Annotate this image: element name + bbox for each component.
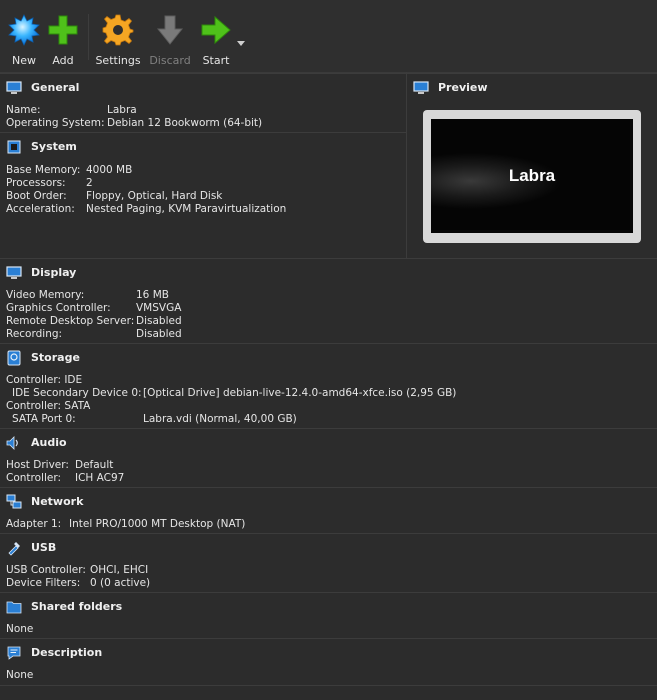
- storage-key: Controller: SATA: [6, 400, 91, 412]
- general-key: Name:: [6, 104, 41, 116]
- usb-icon: [8, 542, 20, 556]
- usb-title: USB: [31, 541, 57, 554]
- chevron-down-icon: [237, 41, 245, 46]
- general-value: Debian 12 Bookworm (64-bit): [107, 117, 263, 129]
- audio-section: Audio Host Driver: Default Controller: ICH…: [0, 428, 657, 488]
- system-value: Floppy, Optical, Hard Disk: [86, 190, 223, 202]
- preview-screen: Labra: [431, 119, 633, 233]
- folder-icon: [6, 601, 22, 614]
- start-button-label: Start: [202, 54, 230, 67]
- display-key: Recording:: [6, 328, 63, 340]
- preview-title: Preview: [438, 81, 488, 94]
- toolbar: New Add Settings Discard Start: [0, 0, 657, 73]
- monitor-icon: [413, 81, 429, 94]
- plus-icon: [48, 15, 78, 45]
- system-key: Boot Order:: [6, 190, 67, 202]
- description-title: Description: [31, 646, 103, 659]
- preview-thumbnail: Labra: [423, 110, 641, 243]
- general-key: Operating System:: [6, 117, 105, 129]
- discard-button[interactable]: Discard: [146, 14, 194, 67]
- usb-key: Device Filters:: [6, 577, 81, 589]
- network-icon: [6, 494, 22, 509]
- general-title: General: [31, 81, 80, 94]
- display-value: Disabled: [136, 315, 182, 327]
- start-button[interactable]: Start: [192, 14, 240, 67]
- display-monitor-icon: [6, 266, 22, 279]
- audio-key: Controller:: [6, 472, 62, 484]
- display-value: VMSVGA: [136, 302, 182, 314]
- speech-bubble-icon: [7, 646, 21, 660]
- storage-title: Storage: [31, 351, 80, 364]
- display-value: Disabled: [136, 328, 182, 340]
- audio-value: ICH AC97: [75, 472, 125, 484]
- usb-key: USB Controller:: [6, 564, 86, 576]
- system-section: System Base Memory: 4000 MB Processors: 2 …: [0, 132, 406, 259]
- display-key: Graphics Controller:: [6, 302, 111, 314]
- shared-folders-value: None: [6, 623, 34, 635]
- usb-value: 0 (0 active): [90, 577, 151, 589]
- discard-arrow-down-icon: [156, 15, 184, 45]
- storage-key: Controller: IDE: [6, 374, 83, 386]
- system-value: 4000 MB: [86, 164, 133, 176]
- usb-value: OHCI, EHCI: [90, 564, 149, 576]
- settings-button[interactable]: Settings: [94, 14, 142, 67]
- audio-value: Default: [75, 459, 114, 471]
- add-button[interactable]: Add: [39, 14, 87, 67]
- audio-title: Audio: [31, 436, 67, 449]
- network-title: Network: [31, 495, 84, 508]
- storage-key: SATA Port 0:: [12, 413, 76, 425]
- start-dropdown-button[interactable]: [237, 38, 245, 50]
- display-section: Display Video Memory: 16 MB Graphics Cont…: [0, 258, 657, 344]
- settings-button-label: Settings: [95, 54, 141, 67]
- system-key: Processors:: [6, 177, 66, 189]
- speaker-icon: [6, 436, 18, 450]
- preview-vm-name: Labra: [508, 166, 556, 185]
- usb-section: USB USB Controller: OHCI, EHCI Device Fil…: [0, 533, 657, 593]
- chip-icon: [7, 140, 21, 154]
- system-key: Acceleration:: [6, 203, 75, 215]
- bottom-spacer: [0, 685, 657, 700]
- display-key: Remote Desktop Server:: [6, 315, 135, 327]
- storage-value: Labra.vdi (Normal, 40,00 GB): [143, 413, 297, 425]
- add-button-label: Add: [52, 54, 74, 67]
- display-title: Display: [31, 266, 77, 279]
- description-section: Description None: [0, 638, 657, 686]
- system-value: 2: [86, 177, 93, 189]
- new-starburst-icon: [8, 14, 40, 46]
- toolbar-separator: [88, 14, 89, 60]
- hard-disk-icon: [7, 350, 21, 366]
- network-key: Adapter 1:: [6, 518, 62, 530]
- shared-folders-title: Shared folders: [31, 600, 123, 613]
- general-section: General Name: Labra Operating System: Debi…: [0, 73, 406, 134]
- network-value: Intel PRO/1000 MT Desktop (NAT): [69, 518, 246, 530]
- start-arrow-right-icon: [201, 15, 231, 45]
- display-value: 16 MB: [136, 289, 169, 301]
- system-value: Nested Paging, KVM Paravirtualization: [86, 203, 287, 215]
- storage-value: [Optical Drive] debian-live-12.4.0-amd64…: [143, 387, 457, 399]
- audio-key: Host Driver:: [6, 459, 69, 471]
- system-key: Base Memory:: [6, 164, 81, 176]
- network-section: Network Adapter 1: Intel PRO/1000 MT Desk…: [0, 487, 657, 534]
- general-value: Labra: [107, 104, 137, 116]
- display-key: Video Memory:: [6, 289, 85, 301]
- monitor-icon: [6, 81, 22, 94]
- shared-folders-section: Shared folders None: [0, 592, 657, 639]
- system-title: System: [31, 140, 77, 153]
- storage-section: Storage Controller: IDE IDE Secondary De…: [0, 343, 657, 429]
- storage-key: IDE Secondary Device 0:: [12, 387, 142, 399]
- discard-button-label: Discard: [149, 54, 191, 67]
- description-value: None: [6, 669, 34, 681]
- gear-icon: [102, 14, 134, 46]
